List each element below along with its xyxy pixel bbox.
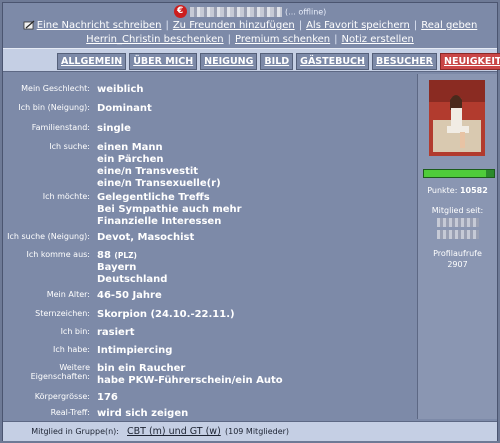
- tab-neuigkeiten[interactable]: NEUIGKEITEN: [440, 53, 500, 70]
- profile-value: Devot, Masochist: [97, 232, 195, 243]
- profile-views-value: 2907: [447, 260, 468, 269]
- profile-photo[interactable]: [429, 80, 485, 156]
- profile-progress-bar: [423, 169, 495, 178]
- profile-label: Körpergrösse:: [34, 392, 90, 401]
- profile-label: Real-Treff:: [50, 408, 90, 417]
- profile-value: 88 (PLZ) Bayern Deutschland: [97, 250, 168, 285]
- postal-code-label: (PLZ): [114, 251, 137, 260]
- member-since-label: Mitglied seit:: [431, 206, 484, 215]
- tab-bar: ALLGEMEIN ÜBER MICH NEIGUNG BILD GÄSTEBUCH BE…: [3, 48, 500, 72]
- profile-label: Ich bin (Neigung):: [18, 103, 90, 112]
- points: Punkte: 10582: [418, 186, 497, 195]
- tab-bild[interactable]: BILD: [260, 53, 294, 70]
- profile-window: € (... offline) Eine Nachricht schreiben…: [2, 2, 500, 441]
- points-label: Punkte:: [427, 186, 458, 195]
- online-status: (... offline): [285, 7, 327, 17]
- gift-premium-link[interactable]: Premium schenken: [235, 34, 330, 45]
- profile-header: € (... offline) Eine Nachricht schreiben…: [3, 3, 497, 47]
- profile-label: Weitere Eigenschaften:: [30, 363, 90, 381]
- profile-label: Mein Alter:: [46, 290, 90, 299]
- profile-value: weiblich: [97, 84, 144, 95]
- member-since: Mitglied seit:: [418, 206, 497, 215]
- profile-value: 176: [97, 392, 118, 403]
- groups-label: Mitglied in Gruppe(n):: [31, 427, 119, 436]
- create-note-link[interactable]: Notiz erstellen: [342, 34, 414, 45]
- tab-gaestebuch[interactable]: GÄSTEBUCH: [296, 53, 369, 70]
- profile-value: Gelegentliche Treffs Bei Sympathie auch …: [97, 192, 242, 227]
- profile-label: Ich habe:: [52, 345, 90, 354]
- profile-label: Ich möchte:: [42, 192, 90, 201]
- profile-label: Sternzeichen:: [35, 309, 90, 318]
- give-real-link[interactable]: Real geben: [421, 20, 477, 31]
- profile-value: Dominant: [97, 103, 152, 114]
- tab-ueber-mich[interactable]: ÜBER MICH: [129, 53, 198, 70]
- tab-neigung[interactable]: NEIGUNG: [200, 53, 258, 70]
- postal-code: 88: [97, 250, 111, 261]
- write-message-link[interactable]: Eine Nachricht schreiben: [37, 20, 162, 31]
- actions-row-1: Eine Nachricht schreiben | Zu Freunden hin…: [3, 20, 497, 31]
- tabs: ALLGEMEIN ÜBER MICH NEIGUNG BILD GÄSTEBUCH BE…: [57, 53, 500, 70]
- username-row: € (... offline): [3, 5, 497, 18]
- profile-label: Ich suche:: [49, 142, 90, 151]
- profile-photo-image: [429, 80, 485, 156]
- save-favorite-link[interactable]: Als Favorit speichern: [306, 20, 410, 31]
- groups-footer: Mitglied in Gruppe(n): CBT (m) und GT (w…: [3, 421, 497, 441]
- points-value: 10582: [459, 186, 488, 195]
- member-since-time-blurred: [436, 230, 479, 239]
- euro-badge-icon: €: [173, 5, 187, 18]
- username-blurred: [189, 6, 282, 17]
- profile-label: Mein Geschlecht:: [21, 84, 90, 93]
- profile-label: Ich suche (Neigung):: [7, 232, 90, 241]
- profile-sidebar: Punkte: 10582 Mitglied seit: Profilaufru…: [417, 74, 497, 419]
- profile-value: einen Mann ein Pärchen eine/n Transvesti…: [97, 142, 221, 189]
- group-link[interactable]: CBT (m) und GT (w): [127, 426, 221, 437]
- profile-value: rasiert: [97, 327, 135, 338]
- actions-row-2: Herrin_Christin beschenken | Premium schen…: [86, 34, 414, 45]
- tab-allgemein[interactable]: ALLGEMEIN: [57, 53, 127, 70]
- profile-views: Profilaufrufe: [418, 249, 497, 258]
- profile-value: Skorpion (24.10.-22.11.): [97, 309, 235, 320]
- group-member-count: (109 Mitglieder): [225, 427, 290, 436]
- add-friend-link[interactable]: Zu Freunden hinzufügen: [173, 20, 295, 31]
- gift-user-link[interactable]: Herrin_Christin beschenken: [86, 34, 223, 45]
- profile-value: single: [97, 123, 131, 134]
- profile-value: bin ein Raucher habe PKW-Führerschein/ei…: [97, 363, 283, 386]
- profile-views-label: Profilaufrufe: [433, 249, 482, 258]
- profile-label: Familienstand:: [31, 123, 90, 132]
- member-since-date-blurred: [436, 218, 479, 227]
- tab-besucher[interactable]: BESUCHER: [371, 53, 437, 70]
- profile-label: Ich komme aus:: [26, 250, 91, 259]
- write-message-icon: [23, 20, 35, 30]
- profile-value: 46-50 Jahre: [97, 290, 162, 301]
- profile-value: wird sich zeigen: [97, 408, 189, 419]
- profile-progress-fill: [424, 170, 486, 177]
- profile-details: Mein Geschlecht: weiblich Ich bin (Neigu…: [3, 74, 411, 419]
- profile-value: Intimpiercing: [97, 345, 173, 356]
- profile-label: Ich bin:: [60, 327, 90, 336]
